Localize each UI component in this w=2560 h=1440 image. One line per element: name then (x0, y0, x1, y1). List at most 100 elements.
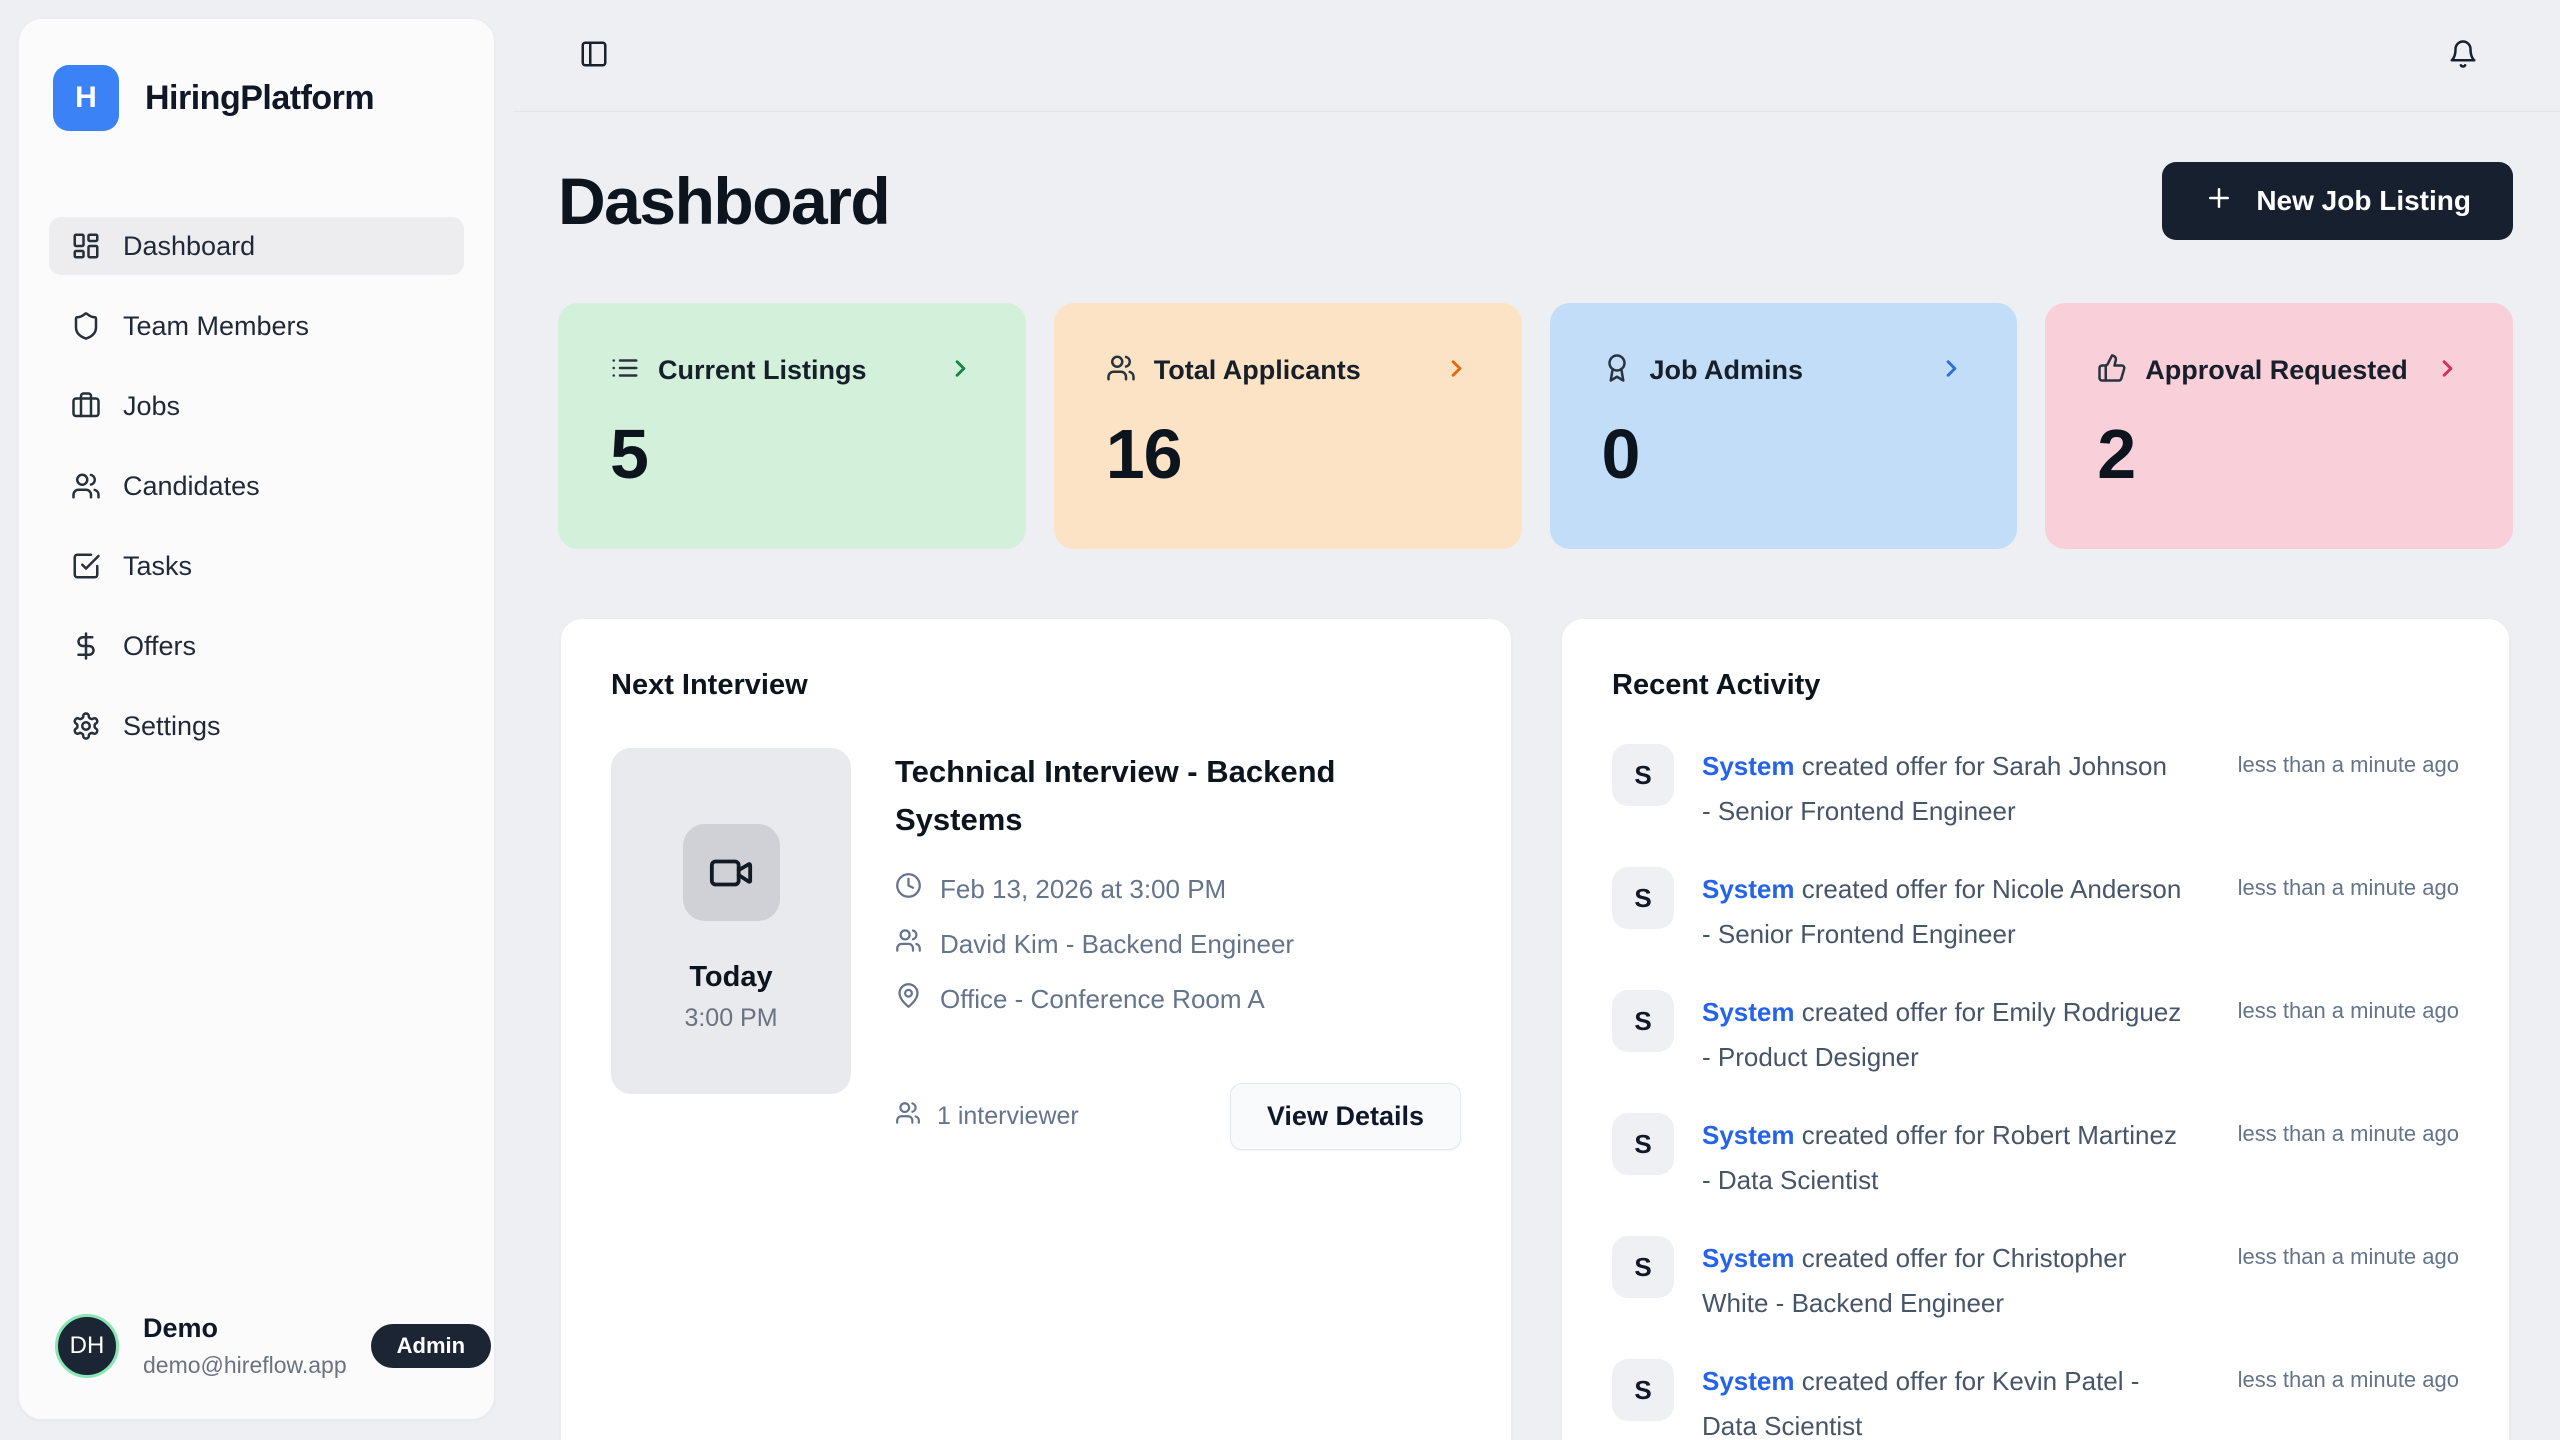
activity-actor-link[interactable]: System (1702, 751, 1795, 781)
activity-row: S System created offer for Nicole Anders… (1612, 867, 2459, 957)
sidebar-item-settings[interactable]: Settings (49, 697, 464, 755)
activity-timestamp: less than a minute ago (2238, 1236, 2459, 1326)
interview-datetime-row: Feb 13, 2026 at 3:00 PM (895, 872, 1461, 906)
activity-row: S System created offer for Kevin Patel -… (1612, 1359, 2459, 1440)
activity-row: S System created offer for Sarah Johnson… (1612, 744, 2459, 834)
sidebar-nav: Dashboard Team Members Jobs Candidates T… (49, 217, 464, 777)
activity-avatar: S (1612, 990, 1674, 1052)
stat-cards: Current Listings 5 Total Applicants 16 (558, 303, 2513, 549)
activity-timestamp: less than a minute ago (2238, 744, 2459, 834)
activity-row: S System created offer for Robert Martin… (1612, 1113, 2459, 1203)
user-email: demo@hireflow.app (143, 1352, 347, 1379)
activity-avatar: S (1612, 1113, 1674, 1175)
stat-card-total-applicants[interactable]: Total Applicants 16 (1054, 303, 1522, 549)
interview-time: 3:00 PM (684, 1004, 777, 1033)
brand-name: HiringPlatform (145, 79, 374, 118)
sidebar-item-tasks[interactable]: Tasks (49, 537, 464, 595)
activity-actor-link[interactable]: System (1702, 874, 1795, 904)
sidebar-item-candidates[interactable]: Candidates (49, 457, 464, 515)
activity-avatar: S (1612, 1236, 1674, 1298)
thumbs-up-icon (2097, 353, 2127, 388)
users-icon (71, 471, 101, 501)
sidebar-item-offers[interactable]: Offers (49, 617, 464, 675)
sidebar-toggle-button[interactable] (573, 33, 615, 78)
video-icon (683, 824, 780, 921)
plus-icon (2204, 183, 2234, 220)
stat-card-approval-requested[interactable]: Approval Requested 2 (2045, 303, 2513, 549)
interview-day: Today (689, 961, 772, 994)
user-name: Demo (143, 1313, 347, 1344)
dollar-icon (71, 631, 101, 661)
main-content: Dashboard New Job Listing Current Listin… (513, 0, 2560, 1440)
shield-icon (71, 311, 101, 341)
chevron-right-icon (947, 355, 974, 387)
new-job-listing-button[interactable]: New Job Listing (2162, 162, 2513, 240)
stat-card-job-admins[interactable]: Job Admins 0 (1550, 303, 2018, 549)
sidebar-item-label: Tasks (123, 551, 192, 582)
sidebar-item-jobs[interactable]: Jobs (49, 377, 464, 435)
page-title: Dashboard (558, 163, 889, 239)
activity-avatar: S (1612, 1359, 1674, 1421)
interview-location-row: Office - Conference Room A (895, 982, 1461, 1016)
stat-value: 5 (610, 414, 974, 494)
interviewer-count: 1 interviewer (895, 1100, 1079, 1133)
interview-job-title: Technical Interview - Backend Systems (895, 748, 1455, 844)
chevron-right-icon (1938, 355, 1965, 387)
stat-value: 2 (2097, 414, 2461, 494)
chevron-right-icon (1443, 355, 1470, 387)
next-interview-panel: Next Interview Today 3:00 PM Technical I… (560, 618, 1512, 1440)
chevron-right-icon (2434, 355, 2461, 387)
list-icon (610, 353, 640, 388)
activity-timestamp: less than a minute ago (2238, 1113, 2459, 1203)
sidebar-item-label: Jobs (123, 391, 180, 422)
page-header: Dashboard New Job Listing (513, 112, 2560, 240)
activity-list: S System created offer for Sarah Johnson… (1612, 744, 2459, 1440)
activity-avatar: S (1612, 744, 1674, 806)
brand-logo: H (53, 65, 119, 131)
role-badge: Admin (371, 1324, 491, 1368)
avatar: DH (55, 1314, 119, 1378)
next-interview-title: Next Interview (611, 669, 1461, 702)
panel-left-icon (579, 39, 609, 72)
brand: H HiringPlatform (49, 65, 464, 131)
topbar (513, 0, 2560, 112)
sidebar-item-team-members[interactable]: Team Members (49, 297, 464, 355)
activity-actor-link[interactable]: System (1702, 1243, 1795, 1273)
sidebar-item-label: Candidates (123, 471, 260, 502)
view-details-button[interactable]: View Details (1230, 1083, 1461, 1150)
sidebar-item-label: Team Members (123, 311, 309, 342)
sidebar: H HiringPlatform Dashboard Team Members … (18, 18, 495, 1420)
activity-timestamp: less than a minute ago (2238, 1359, 2459, 1440)
recent-activity-panel: Recent Activity S System created offer f… (1561, 618, 2510, 1440)
map-pin-icon (895, 982, 922, 1016)
users-icon (895, 927, 922, 961)
sidebar-item-label: Dashboard (123, 231, 255, 262)
gear-icon (71, 711, 101, 741)
user-card[interactable]: DH Demo demo@hireflow.app Admin (49, 1313, 464, 1379)
users-icon (895, 1100, 921, 1133)
briefcase-icon (71, 391, 101, 421)
interview-candidate-row: David Kim - Backend Engineer (895, 927, 1461, 961)
stat-value: 0 (1602, 414, 1966, 494)
bell-icon (2448, 39, 2478, 72)
activity-avatar: S (1612, 867, 1674, 929)
notifications-button[interactable] (2442, 33, 2484, 78)
interview-date-box: Today 3:00 PM (611, 748, 851, 1094)
activity-row: S System created offer for Christopher W… (1612, 1236, 2459, 1326)
stat-value: 16 (1106, 414, 1470, 494)
activity-actor-link[interactable]: System (1702, 1120, 1795, 1150)
sidebar-item-dashboard[interactable]: Dashboard (49, 217, 464, 275)
dashboard-icon (71, 231, 101, 261)
activity-actor-link[interactable]: System (1702, 997, 1795, 1027)
award-icon (1602, 353, 1632, 388)
sidebar-item-label: Offers (123, 631, 196, 662)
activity-actor-link[interactable]: System (1702, 1366, 1795, 1396)
stat-card-current-listings[interactable]: Current Listings 5 (558, 303, 1026, 549)
check-square-icon (71, 551, 101, 581)
activity-row: S System created offer for Emily Rodrigu… (1612, 990, 2459, 1080)
recent-activity-title: Recent Activity (1612, 669, 2459, 702)
activity-timestamp: less than a minute ago (2238, 867, 2459, 957)
activity-timestamp: less than a minute ago (2238, 990, 2459, 1080)
sidebar-item-label: Settings (123, 711, 221, 742)
clock-icon (895, 872, 922, 906)
